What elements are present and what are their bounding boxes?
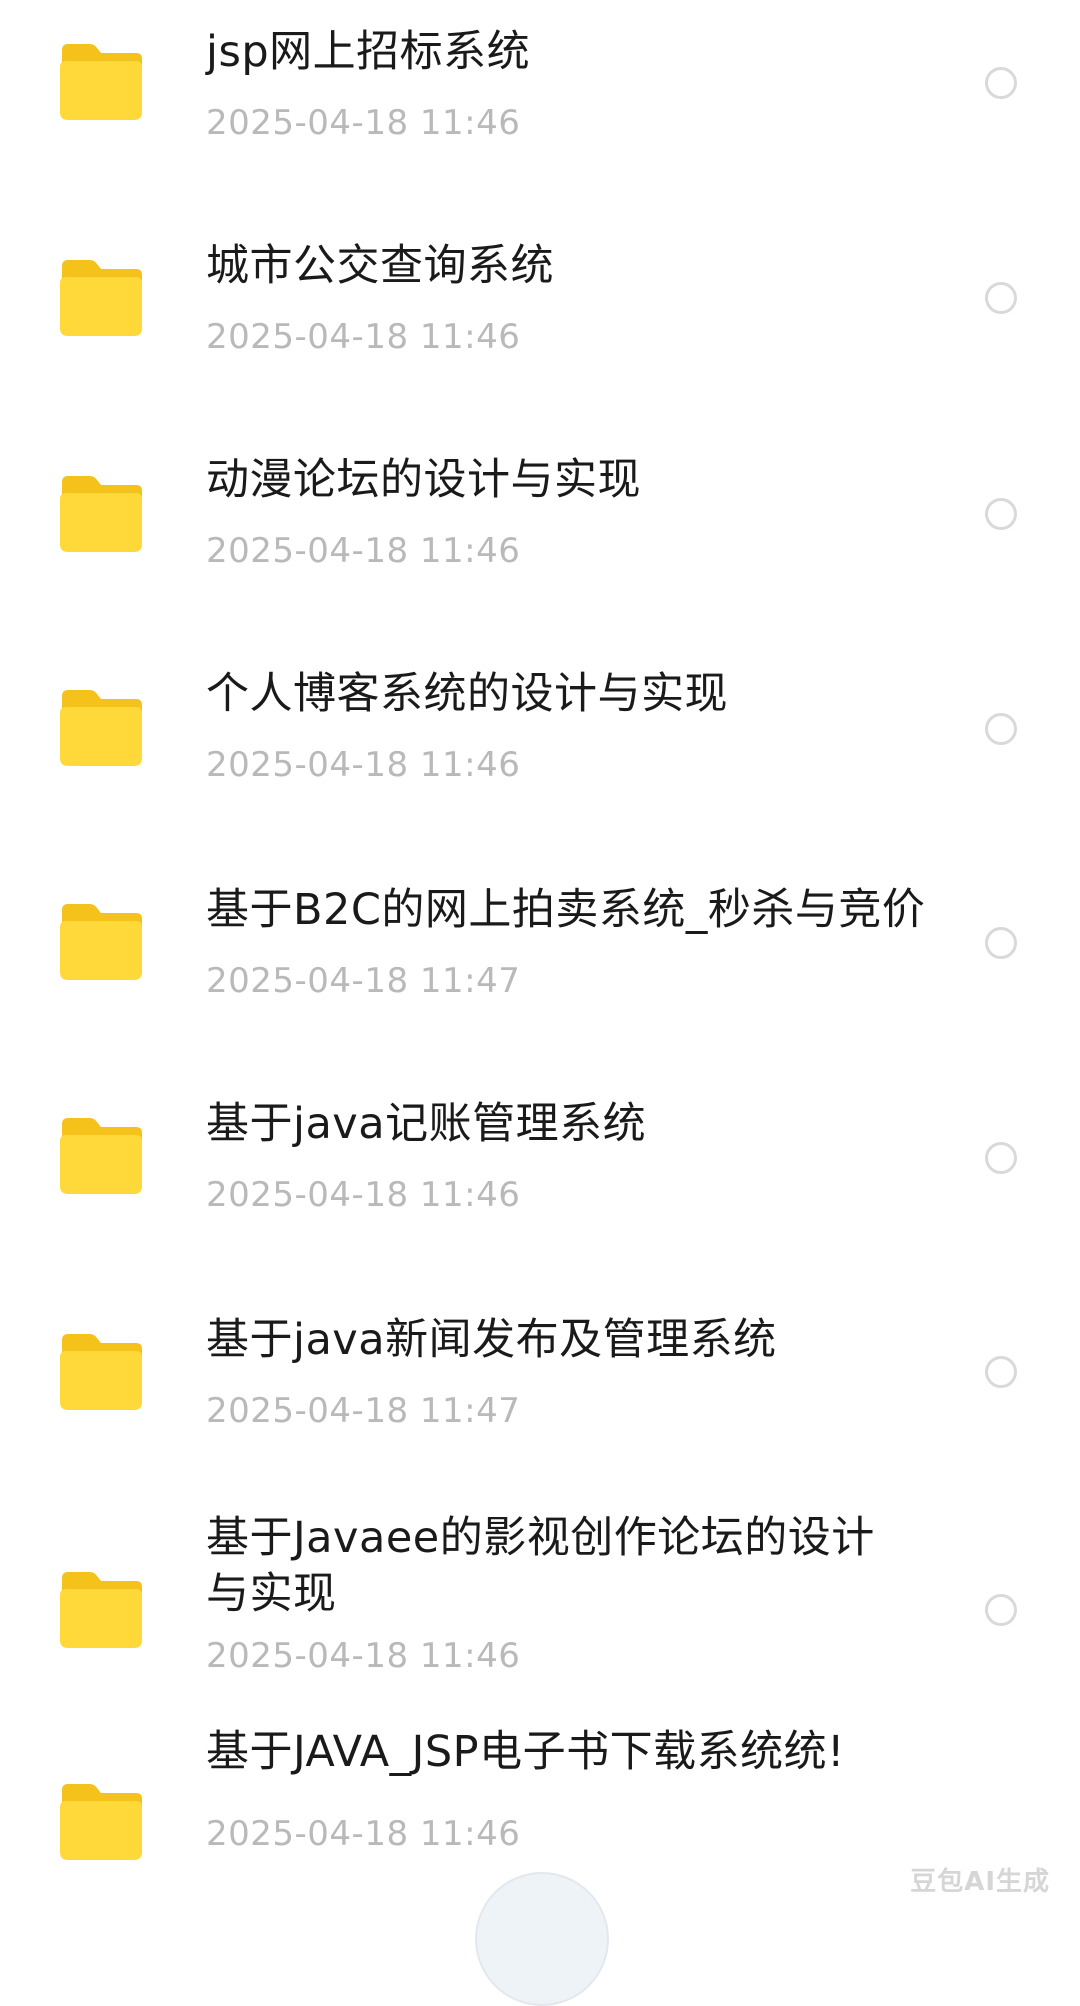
list-item[interactable]: 基于B2C的网上拍卖系统_秒杀与竞价 2025-04-18 11:47: [0, 856, 1080, 1056]
list-item[interactable]: 个人博客系统的设计与实现 2025-04-18 11:46: [0, 642, 1080, 842]
list-item[interactable]: 基于java新闻发布及管理系统 2025-04-18 11:47: [0, 1284, 1080, 1484]
item-date: 2025-04-18 11:47: [206, 1391, 521, 1431]
item-date: 2025-04-18 11:47: [206, 961, 521, 1001]
folder-icon: [56, 1568, 146, 1652]
radio-unchecked-icon[interactable]: [985, 927, 1017, 959]
folder-icon: [56, 40, 146, 124]
list-item[interactable]: 动漫论坛的设计与实现 2025-04-18 11:46: [0, 428, 1080, 628]
folder-icon: [56, 1780, 146, 1864]
folder-icon: [56, 1330, 146, 1414]
item-name: 城市公交查询系统: [206, 241, 554, 291]
item-name: jsp网上招标系统: [206, 27, 531, 77]
list-item[interactable]: 基于java记账管理系统 2025-04-18 11:46: [0, 1070, 1080, 1270]
item-name: 基于java新闻发布及管理系统: [206, 1315, 777, 1365]
folder-icon: [56, 472, 146, 556]
floating-home-indicator[interactable]: [475, 1872, 609, 2006]
list-item[interactable]: jsp网上招标系统 2025-04-18 11:46: [0, 0, 1080, 200]
radio-unchecked-icon[interactable]: [985, 713, 1017, 745]
item-date: 2025-04-18 11:46: [206, 1636, 521, 1676]
radio-unchecked-icon[interactable]: [985, 282, 1017, 314]
folder-icon: [56, 900, 146, 984]
file-list: jsp网上招标系统 2025-04-18 11:46 城市公交查询系统 2025…: [0, 0, 1080, 2006]
item-name: 个人博客系统的设计与实现: [206, 669, 728, 719]
radio-unchecked-icon[interactable]: [985, 67, 1017, 99]
radio-unchecked-icon[interactable]: [985, 498, 1017, 530]
list-item[interactable]: 基于Javaee的影视创作论坛的设计与实现 2025-04-18 11:46: [0, 1510, 1080, 1720]
item-date: 2025-04-18 11:46: [206, 745, 521, 785]
item-date: 2025-04-18 11:46: [206, 531, 521, 571]
item-name: 基于B2C的网上拍卖系统_秒杀与竞价: [206, 885, 926, 935]
watermark-text: 豆包AI生成: [910, 1867, 1050, 1897]
item-date: 2025-04-18 11:46: [206, 103, 521, 143]
item-date: 2025-04-18 11:46: [206, 317, 521, 357]
item-date: 2025-04-18 11:46: [206, 1175, 521, 1215]
folder-icon: [56, 256, 146, 340]
item-name: 基于JAVA_JSP电子书下载系统统!: [206, 1727, 845, 1777]
radio-unchecked-icon[interactable]: [985, 1594, 1017, 1626]
item-name: 基于Javaee的影视创作论坛的设计与实现: [206, 1513, 875, 1619]
list-item[interactable]: 城市公交查询系统 2025-04-18 11:46: [0, 214, 1080, 414]
folder-icon: [56, 686, 146, 770]
item-name: 基于java记账管理系统: [206, 1099, 647, 1149]
folder-icon: [56, 1114, 146, 1198]
item-date: 2025-04-18 11:46: [206, 1814, 521, 1854]
item-name: 动漫论坛的设计与实现: [206, 455, 641, 505]
radio-unchecked-icon[interactable]: [985, 1356, 1017, 1388]
radio-unchecked-icon[interactable]: [985, 1142, 1017, 1174]
